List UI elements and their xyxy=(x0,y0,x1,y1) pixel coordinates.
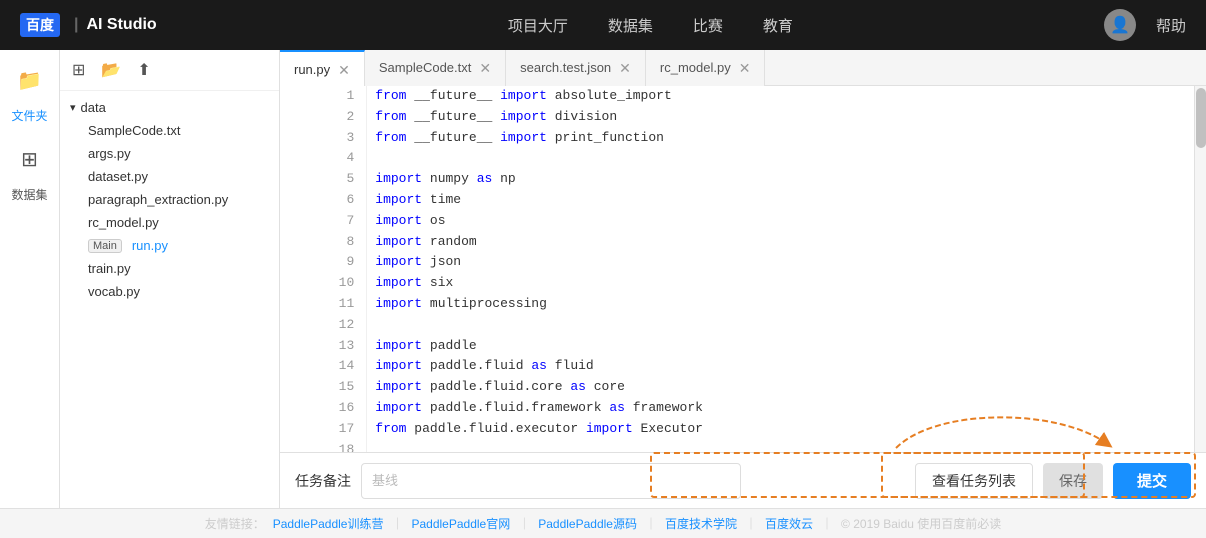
studio-label: AI Studio xyxy=(86,16,156,34)
footer-link-academy[interactable]: 百度技术学院 xyxy=(665,515,737,532)
table-row: 10import six xyxy=(280,273,1194,294)
file-toolbar: ⊞ 📂 ⬆ xyxy=(60,50,279,91)
close-tab-searchtest[interactable]: ✕ xyxy=(619,61,631,75)
sidebar-label-datasets: 数据集 xyxy=(11,186,47,203)
grid-icon: ⊞ xyxy=(10,139,50,179)
close-tab-samplecode[interactable]: ✕ xyxy=(479,61,491,75)
main-area: 📁 文件夹 ⊞ 数据集 ⊞ 📂 ⬆ ▾ data SampleCode.txt … xyxy=(0,50,1206,508)
table-row: 15import paddle.fluid.core as core xyxy=(280,377,1194,398)
tab-label-searchtest: search.test.json xyxy=(520,60,611,75)
tab-samplecode[interactable]: SampleCode.txt ✕ xyxy=(365,50,506,86)
table-row: 18 xyxy=(280,440,1194,452)
file-item-train[interactable]: train.py xyxy=(60,257,279,280)
top-navigation: 百度 | AI Studio 项目大厅 数据集 比赛 教育 👤 帮助 xyxy=(0,0,1206,50)
code-scroll[interactable]: 1from __future__ import absolute_import … xyxy=(280,86,1194,452)
baidu-logo: 百度 xyxy=(20,13,60,37)
nav-link-competition[interactable]: 比赛 xyxy=(693,15,723,36)
table-row: 5import numpy as np xyxy=(280,169,1194,190)
code-table: 1from __future__ import absolute_import … xyxy=(280,86,1194,452)
folder-name: data xyxy=(81,100,106,115)
footer-link-official[interactable]: PaddlePaddle官网 xyxy=(411,515,510,532)
arrow-icon: ▾ xyxy=(70,101,76,114)
tab-label-samplecode: SampleCode.txt xyxy=(379,60,472,75)
footer-link-source[interactable]: PaddlePaddle源码 xyxy=(538,515,637,532)
submit-button[interactable]: 提交 xyxy=(1113,463,1191,499)
footer-copyright: © 2019 Baidu 使用百度前必读 xyxy=(841,515,1001,532)
table-row: 9import json xyxy=(280,252,1194,273)
file-item-samplecode[interactable]: SampleCode.txt xyxy=(60,119,279,142)
editor-area: run.py ✕ SampleCode.txt ✕ search.test.js… xyxy=(280,50,1206,508)
table-row: 8import random xyxy=(280,232,1194,253)
sidebar-item-datasets[interactable]: ⊞ 数据集 xyxy=(10,139,50,203)
table-row: 2from __future__ import division xyxy=(280,107,1194,128)
table-row: 7import os xyxy=(280,211,1194,232)
vertical-scrollbar[interactable] xyxy=(1194,86,1206,452)
file-item-args[interactable]: args.py xyxy=(60,142,279,165)
file-panel: ⊞ 📂 ⬆ ▾ data SampleCode.txt args.py data… xyxy=(60,50,280,508)
folder-icon: 📁 xyxy=(10,60,50,100)
nav-right: 👤 帮助 xyxy=(1104,9,1186,41)
table-row: 3from __future__ import print_function xyxy=(280,128,1194,149)
table-row: 14import paddle.fluid as fluid xyxy=(280,356,1194,377)
scrollbar-thumb[interactable] xyxy=(1196,88,1206,148)
table-row: 4 xyxy=(280,148,1194,169)
tab-label-runpy: run.py xyxy=(294,62,330,77)
file-item-runpy[interactable]: Main run.py xyxy=(60,234,279,257)
table-row: 1from __future__ import absolute_import xyxy=(280,86,1194,107)
folder-data[interactable]: ▾ data xyxy=(60,96,279,119)
nav-links: 项目大厅 数据集 比赛 教育 xyxy=(197,15,1104,36)
file-item-rcmodel[interactable]: rc_model.py xyxy=(60,211,279,234)
main-tag: Main xyxy=(88,239,122,253)
tab-runpy[interactable]: run.py ✕ xyxy=(280,50,365,86)
nav-link-datasets[interactable]: 数据集 xyxy=(608,15,653,36)
bottom-bar: 任务备注 查看任务列表 保存 提交 xyxy=(280,452,1206,508)
task-note-label: 任务备注 xyxy=(295,471,351,491)
table-row: 11import multiprocessing xyxy=(280,294,1194,315)
close-tab-runpy[interactable]: ✕ xyxy=(338,63,350,77)
file-item-vocab[interactable]: vocab.py xyxy=(60,280,279,303)
logo: 百度 | AI Studio xyxy=(20,13,157,37)
nav-link-education[interactable]: 教育 xyxy=(763,15,793,36)
sidebar: 📁 文件夹 ⊞ 数据集 xyxy=(0,50,60,508)
nav-link-projects[interactable]: 项目大厅 xyxy=(508,15,568,36)
file-item-dataset[interactable]: dataset.py xyxy=(60,165,279,188)
tab-bar: run.py ✕ SampleCode.txt ✕ search.test.js… xyxy=(280,50,1206,86)
new-file-button[interactable]: ⊞ xyxy=(70,58,87,82)
footer-link-training[interactable]: PaddlePaddle训练营 xyxy=(273,515,384,532)
footer: 友情链接： PaddlePaddle训练营 ｜ PaddlePaddle官网 ｜… xyxy=(0,508,1206,538)
table-row: 16import paddle.fluid.framework as frame… xyxy=(280,398,1194,419)
baseline-input[interactable] xyxy=(361,463,741,499)
code-wrapper: 1from __future__ import absolute_import … xyxy=(280,86,1206,452)
footer-prefix: 友情链接： xyxy=(205,515,265,532)
table-row: 6import time xyxy=(280,190,1194,211)
sidebar-item-files[interactable]: 📁 文件夹 xyxy=(10,60,50,124)
tab-rcmodel[interactable]: rc_model.py ✕ xyxy=(646,50,766,86)
close-tab-rcmodel[interactable]: ✕ xyxy=(739,61,751,75)
help-link[interactable]: 帮助 xyxy=(1156,15,1186,36)
upload-button[interactable]: ⬆ xyxy=(135,58,152,82)
view-task-button[interactable]: 查看任务列表 xyxy=(915,463,1033,499)
new-folder-button[interactable]: 📂 xyxy=(99,58,123,82)
tab-searchtestjson[interactable]: search.test.json ✕ xyxy=(506,50,646,86)
table-row: 17from paddle.fluid.executor import Exec… xyxy=(280,419,1194,440)
sidebar-label-files: 文件夹 xyxy=(11,107,47,124)
run-py-label: run.py xyxy=(132,238,168,253)
table-row: 12 xyxy=(280,315,1194,336)
tab-label-rcmodel: rc_model.py xyxy=(660,60,731,75)
file-item-paragraph[interactable]: paragraph_extraction.py xyxy=(60,188,279,211)
footer-link-cloud[interactable]: 百度效云 xyxy=(765,515,813,532)
avatar[interactable]: 👤 xyxy=(1104,9,1136,41)
table-row: 13import paddle xyxy=(280,336,1194,357)
file-tree: ▾ data SampleCode.txt args.py dataset.py… xyxy=(60,91,279,508)
save-button[interactable]: 保存 xyxy=(1043,463,1103,499)
